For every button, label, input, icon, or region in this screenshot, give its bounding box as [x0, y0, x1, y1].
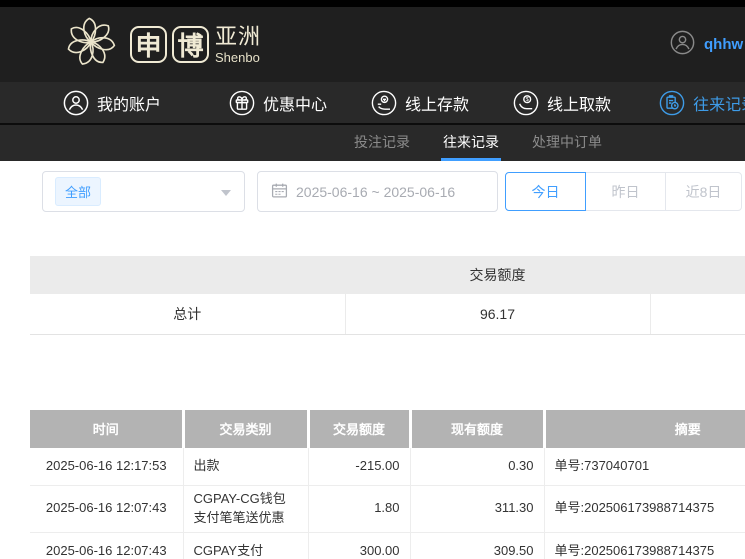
col-header-balance: 现有额度	[410, 410, 544, 448]
site-logo[interactable]: 申 博 亚洲 Shenbo	[62, 13, 261, 76]
window-top-strip	[0, 0, 745, 7]
nav-item-label: 往来记录	[693, 91, 745, 115]
row-note: 单号:737040701	[544, 448, 745, 486]
page: 申 博 亚洲 Shenbo qhhw	[0, 0, 745, 559]
last-8-days-button[interactable]: 近8日	[665, 172, 742, 211]
row-amount: -215.00	[308, 448, 410, 486]
table-row: 2025-06-16 12:07:43 CGPAY支付 300.00 309.5…	[30, 532, 745, 559]
filter-row: 全部 2025-06-16 ~ 2025-06-16 今日 昨日 近8日	[0, 161, 745, 213]
user-account-link[interactable]: qhhw	[670, 7, 743, 82]
category-select[interactable]: 全部	[42, 171, 245, 212]
row-note: 单号:202506173988714375	[544, 486, 745, 533]
table-row: 2025-06-16 12:17:53 出款 -215.00 0.30 单号:7…	[30, 448, 745, 486]
logo-region: 亚洲	[215, 26, 261, 48]
yesterday-button[interactable]: 昨日	[585, 172, 666, 211]
withdraw-hand-icon: $	[513, 90, 539, 116]
records-clipboard-clock-icon	[659, 90, 685, 116]
logo-latin: Shenbo	[215, 51, 261, 64]
row-time: 2025-06-16 12:07:43	[30, 532, 183, 559]
row-balance: 0.30	[410, 448, 544, 486]
main-navigation: 我的账户 优惠中心 线上存款	[0, 82, 745, 123]
records-header-row: 时间 交易类别 交易额度 现有额度 摘要	[30, 410, 745, 448]
col-header-note: 摘要	[544, 410, 745, 448]
date-range-input[interactable]: 2025-06-16 ~ 2025-06-16	[257, 171, 498, 212]
account-person-icon	[63, 90, 89, 116]
user-avatar-icon	[670, 30, 695, 60]
deposit-coins-icon	[371, 90, 397, 116]
summary-total-row: 总计 96.17	[30, 294, 745, 334]
row-type: 出款	[183, 448, 308, 486]
calendar-icon	[271, 182, 288, 202]
summary-total-value: 96.17	[345, 294, 650, 334]
nav-item-label: 线上取款	[547, 91, 611, 115]
logo-char-1: 申	[130, 26, 167, 63]
row-amount: 1.80	[308, 486, 410, 533]
row-type: CGPAY支付	[183, 532, 308, 559]
summary-table: 交易额度 总计 96.17	[30, 256, 745, 335]
summary-header-amount: 交易额度	[345, 256, 650, 294]
summary-header-row: 交易额度	[30, 256, 745, 294]
brand-header: 申 博 亚洲 Shenbo qhhw	[0, 7, 745, 82]
summary-total-label: 总计	[30, 294, 345, 334]
nav-item-label: 优惠中心	[263, 91, 327, 115]
category-selected-tag: 全部	[55, 177, 101, 206]
nav-item-online-withdraw[interactable]: $ 线上取款	[513, 90, 611, 116]
flower-pinwheel-icon	[62, 13, 120, 76]
summary-header-empty	[30, 256, 345, 294]
table-row: 2025-06-16 12:07:43 CGPAY-CG钱包支付笔笔送优惠 1.…	[30, 486, 745, 533]
records-table: 时间 交易类别 交易额度 现有额度 摘要 2025-06-16 12:17:53…	[30, 410, 745, 559]
logo-subtitle: 亚洲 Shenbo	[215, 26, 261, 64]
date-range-value: 2025-06-16 ~ 2025-06-16	[296, 184, 455, 200]
logo-char-2: 博	[172, 26, 209, 63]
today-button[interactable]: 今日	[505, 172, 586, 211]
caret-down-icon	[221, 190, 231, 196]
row-balance: 311.30	[410, 486, 544, 533]
record-tabs: 投注记录 往来记录 处理中订单	[0, 125, 745, 161]
row-time: 2025-06-16 12:07:43	[30, 486, 183, 533]
row-note: 单号:202506173988714375	[544, 532, 745, 559]
nav-item-promotions[interactable]: 优惠中心	[229, 90, 327, 116]
summary-empty-cell	[650, 294, 745, 334]
col-header-time: 时间	[30, 410, 183, 448]
tab-betting-records[interactable]: 投注记录	[352, 125, 412, 161]
logo-characters: 申 博	[130, 26, 209, 63]
row-time: 2025-06-16 12:17:53	[30, 448, 183, 486]
nav-item-transaction-records[interactable]: 往来记录	[659, 90, 745, 116]
summary-header-empty-2	[650, 256, 745, 294]
row-amount: 300.00	[308, 532, 410, 559]
nav-item-online-deposit[interactable]: 线上存款	[371, 90, 469, 116]
tab-processing-orders[interactable]: 处理中订单	[530, 125, 604, 161]
nav-item-my-account[interactable]: 我的账户	[63, 90, 161, 116]
gift-icon	[229, 90, 255, 116]
row-balance: 309.50	[410, 532, 544, 559]
nav-item-label: 线上存款	[405, 91, 469, 115]
row-type: CGPAY-CG钱包支付笔笔送优惠	[183, 486, 308, 533]
nav-item-label: 我的账户	[97, 91, 161, 115]
tab-transaction-records[interactable]: 往来记录	[441, 125, 501, 161]
col-header-type: 交易类别	[183, 410, 308, 448]
quick-date-buttons: 今日 昨日 近8日	[505, 172, 742, 211]
col-header-amount: 交易额度	[308, 410, 410, 448]
username-text: qhhw	[704, 36, 743, 53]
